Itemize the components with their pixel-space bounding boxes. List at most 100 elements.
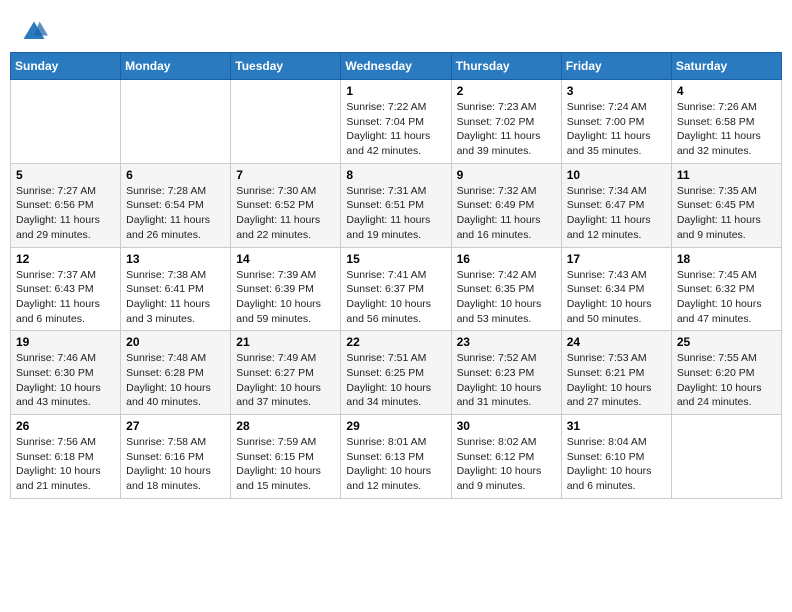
day-number: 12: [16, 252, 115, 266]
day-info: Sunrise: 7:58 AM Sunset: 6:16 PM Dayligh…: [126, 435, 225, 494]
calendar-cell: 23 Sunrise: 7:52 AM Sunset: 6:23 PM Dayli…: [451, 331, 561, 415]
calendar-cell: [671, 415, 781, 499]
day-number: 6: [126, 168, 225, 182]
day-info: Sunrise: 7:30 AM Sunset: 6:52 PM Dayligh…: [236, 184, 335, 243]
calendar-cell: 31Sunrise: 8:04 AM Sunset: 6:10 PM Dayli…: [561, 415, 671, 499]
day-number: 10: [567, 168, 666, 182]
weekday-friday: Friday: [561, 53, 671, 80]
calendar-cell: 2 Sunrise: 7:23 AM Sunset: 7:02 PM Daylig…: [451, 80, 561, 164]
day-info: Sunrise: 7:55 AM Sunset: 6:20 PM Dayligh…: [677, 351, 776, 410]
day-number: 2: [457, 84, 556, 98]
day-number: 9: [457, 168, 556, 182]
calendar-week-row: 12 Sunrise: 7:37 AM Sunset: 6:43 PM Dayli…: [11, 247, 782, 331]
calendar-cell: 22Sunrise: 7:51 AM Sunset: 6:25 PM Dayli…: [341, 331, 451, 415]
day-info: Sunrise: 7:39 AM Sunset: 6:39 PM Dayligh…: [236, 268, 335, 327]
day-number: 19: [16, 335, 115, 349]
day-number: 7: [236, 168, 335, 182]
calendar-cell: 17 Sunrise: 7:43 AM Sunset: 6:34 PM Dayli…: [561, 247, 671, 331]
day-info: Sunrise: 7:53 AM Sunset: 6:21 PM Dayligh…: [567, 351, 666, 410]
calendar-table: SundayMondayTuesdayWednesdayThursdayFrid…: [10, 52, 782, 499]
day-info: Sunrise: 7:24 AM Sunset: 7:00 PM Dayligh…: [567, 100, 666, 159]
day-info: Sunrise: 8:04 AM Sunset: 6:10 PM Dayligh…: [567, 435, 666, 494]
calendar-cell: 14 Sunrise: 7:39 AM Sunset: 6:39 PM Dayli…: [231, 247, 341, 331]
calendar-cell: 11 Sunrise: 7:35 AM Sunset: 6:45 PM Dayli…: [671, 163, 781, 247]
day-info: Sunrise: 7:28 AM Sunset: 6:54 PM Dayligh…: [126, 184, 225, 243]
day-info: Sunrise: 7:37 AM Sunset: 6:43 PM Dayligh…: [16, 268, 115, 327]
weekday-header-row: SundayMondayTuesdayWednesdayThursdayFrid…: [11, 53, 782, 80]
day-info: Sunrise: 7:38 AM Sunset: 6:41 PM Dayligh…: [126, 268, 225, 327]
day-info: Sunrise: 7:32 AM Sunset: 6:49 PM Dayligh…: [457, 184, 556, 243]
calendar-week-row: 1Sunrise: 7:22 AM Sunset: 7:04 PM Daylig…: [11, 80, 782, 164]
calendar-cell: 9 Sunrise: 7:32 AM Sunset: 6:49 PM Daylig…: [451, 163, 561, 247]
day-number: 18: [677, 252, 776, 266]
day-number: 28: [236, 419, 335, 433]
day-info: Sunrise: 7:48 AM Sunset: 6:28 PM Dayligh…: [126, 351, 225, 410]
day-number: 16: [457, 252, 556, 266]
calendar-cell: [121, 80, 231, 164]
calendar-cell: 7 Sunrise: 7:30 AM Sunset: 6:52 PM Daylig…: [231, 163, 341, 247]
day-info: Sunrise: 7:52 AM Sunset: 6:23 PM Dayligh…: [457, 351, 556, 410]
day-number: 14: [236, 252, 335, 266]
calendar-cell: 12 Sunrise: 7:37 AM Sunset: 6:43 PM Dayli…: [11, 247, 121, 331]
calendar-cell: 27Sunrise: 7:58 AM Sunset: 6:16 PM Dayli…: [121, 415, 231, 499]
day-info: Sunrise: 7:41 AM Sunset: 6:37 PM Dayligh…: [346, 268, 445, 327]
day-info: Sunrise: 7:59 AM Sunset: 6:15 PM Dayligh…: [236, 435, 335, 494]
calendar-week-row: 19 Sunrise: 7:46 AM Sunset: 6:30 PM Dayli…: [11, 331, 782, 415]
calendar-cell: 8Sunrise: 7:31 AM Sunset: 6:51 PM Daylig…: [341, 163, 451, 247]
calendar-cell: 26Sunrise: 7:56 AM Sunset: 6:18 PM Dayli…: [11, 415, 121, 499]
calendar-cell: 30Sunrise: 8:02 AM Sunset: 6:12 PM Dayli…: [451, 415, 561, 499]
weekday-tuesday: Tuesday: [231, 53, 341, 80]
weekday-thursday: Thursday: [451, 53, 561, 80]
day-info: Sunrise: 7:45 AM Sunset: 6:32 PM Dayligh…: [677, 268, 776, 327]
day-info: Sunrise: 7:43 AM Sunset: 6:34 PM Dayligh…: [567, 268, 666, 327]
calendar-cell: 15 Sunrise: 7:41 AM Sunset: 6:37 PM Dayli…: [341, 247, 451, 331]
calendar-cell: 21 Sunrise: 7:49 AM Sunset: 6:27 PM Dayli…: [231, 331, 341, 415]
day-number: 11: [677, 168, 776, 182]
day-info: Sunrise: 7:42 AM Sunset: 6:35 PM Dayligh…: [457, 268, 556, 327]
day-number: 17: [567, 252, 666, 266]
day-number: 1: [346, 84, 445, 98]
weekday-wednesday: Wednesday: [341, 53, 451, 80]
day-info: Sunrise: 7:34 AM Sunset: 6:47 PM Dayligh…: [567, 184, 666, 243]
calendar-cell: 19 Sunrise: 7:46 AM Sunset: 6:30 PM Dayli…: [11, 331, 121, 415]
day-number: 13: [126, 252, 225, 266]
logo-icon: [20, 18, 48, 46]
calendar-cell: 29Sunrise: 8:01 AM Sunset: 6:13 PM Dayli…: [341, 415, 451, 499]
calendar-cell: 25 Sunrise: 7:55 AM Sunset: 6:20 PM Dayli…: [671, 331, 781, 415]
day-number: 4: [677, 84, 776, 98]
calendar-cell: 5 Sunrise: 7:27 AM Sunset: 6:56 PM Daylig…: [11, 163, 121, 247]
calendar-cell: 4Sunrise: 7:26 AM Sunset: 6:58 PM Daylig…: [671, 80, 781, 164]
day-number: 20: [126, 335, 225, 349]
calendar-cell: [231, 80, 341, 164]
calendar-cell: 6 Sunrise: 7:28 AM Sunset: 6:54 PM Daylig…: [121, 163, 231, 247]
day-info: Sunrise: 7:46 AM Sunset: 6:30 PM Dayligh…: [16, 351, 115, 410]
calendar-cell: [11, 80, 121, 164]
day-number: 25: [677, 335, 776, 349]
page-header: [10, 10, 782, 52]
calendar-cell: 18 Sunrise: 7:45 AM Sunset: 6:32 PM Dayli…: [671, 247, 781, 331]
day-info: Sunrise: 7:23 AM Sunset: 7:02 PM Dayligh…: [457, 100, 556, 159]
calendar-week-row: 5 Sunrise: 7:27 AM Sunset: 6:56 PM Daylig…: [11, 163, 782, 247]
calendar-cell: 16 Sunrise: 7:42 AM Sunset: 6:35 PM Dayli…: [451, 247, 561, 331]
day-number: 23: [457, 335, 556, 349]
day-info: Sunrise: 7:56 AM Sunset: 6:18 PM Dayligh…: [16, 435, 115, 494]
day-info: Sunrise: 7:27 AM Sunset: 6:56 PM Dayligh…: [16, 184, 115, 243]
day-number: 3: [567, 84, 666, 98]
calendar-cell: 24 Sunrise: 7:53 AM Sunset: 6:21 PM Dayli…: [561, 331, 671, 415]
day-info: Sunrise: 7:51 AM Sunset: 6:25 PM Dayligh…: [346, 351, 445, 410]
day-number: 24: [567, 335, 666, 349]
day-number: 30: [457, 419, 556, 433]
weekday-saturday: Saturday: [671, 53, 781, 80]
day-number: 15: [346, 252, 445, 266]
day-number: 21: [236, 335, 335, 349]
day-info: Sunrise: 8:01 AM Sunset: 6:13 PM Dayligh…: [346, 435, 445, 494]
day-number: 5: [16, 168, 115, 182]
day-info: Sunrise: 7:49 AM Sunset: 6:27 PM Dayligh…: [236, 351, 335, 410]
calendar-cell: 20 Sunrise: 7:48 AM Sunset: 6:28 PM Dayli…: [121, 331, 231, 415]
day-info: Sunrise: 7:31 AM Sunset: 6:51 PM Dayligh…: [346, 184, 445, 243]
calendar-cell: 1Sunrise: 7:22 AM Sunset: 7:04 PM Daylig…: [341, 80, 451, 164]
calendar-cell: 10 Sunrise: 7:34 AM Sunset: 6:47 PM Dayli…: [561, 163, 671, 247]
calendar-week-row: 26Sunrise: 7:56 AM Sunset: 6:18 PM Dayli…: [11, 415, 782, 499]
day-info: Sunrise: 7:35 AM Sunset: 6:45 PM Dayligh…: [677, 184, 776, 243]
calendar-cell: 28 Sunrise: 7:59 AM Sunset: 6:15 PM Dayli…: [231, 415, 341, 499]
